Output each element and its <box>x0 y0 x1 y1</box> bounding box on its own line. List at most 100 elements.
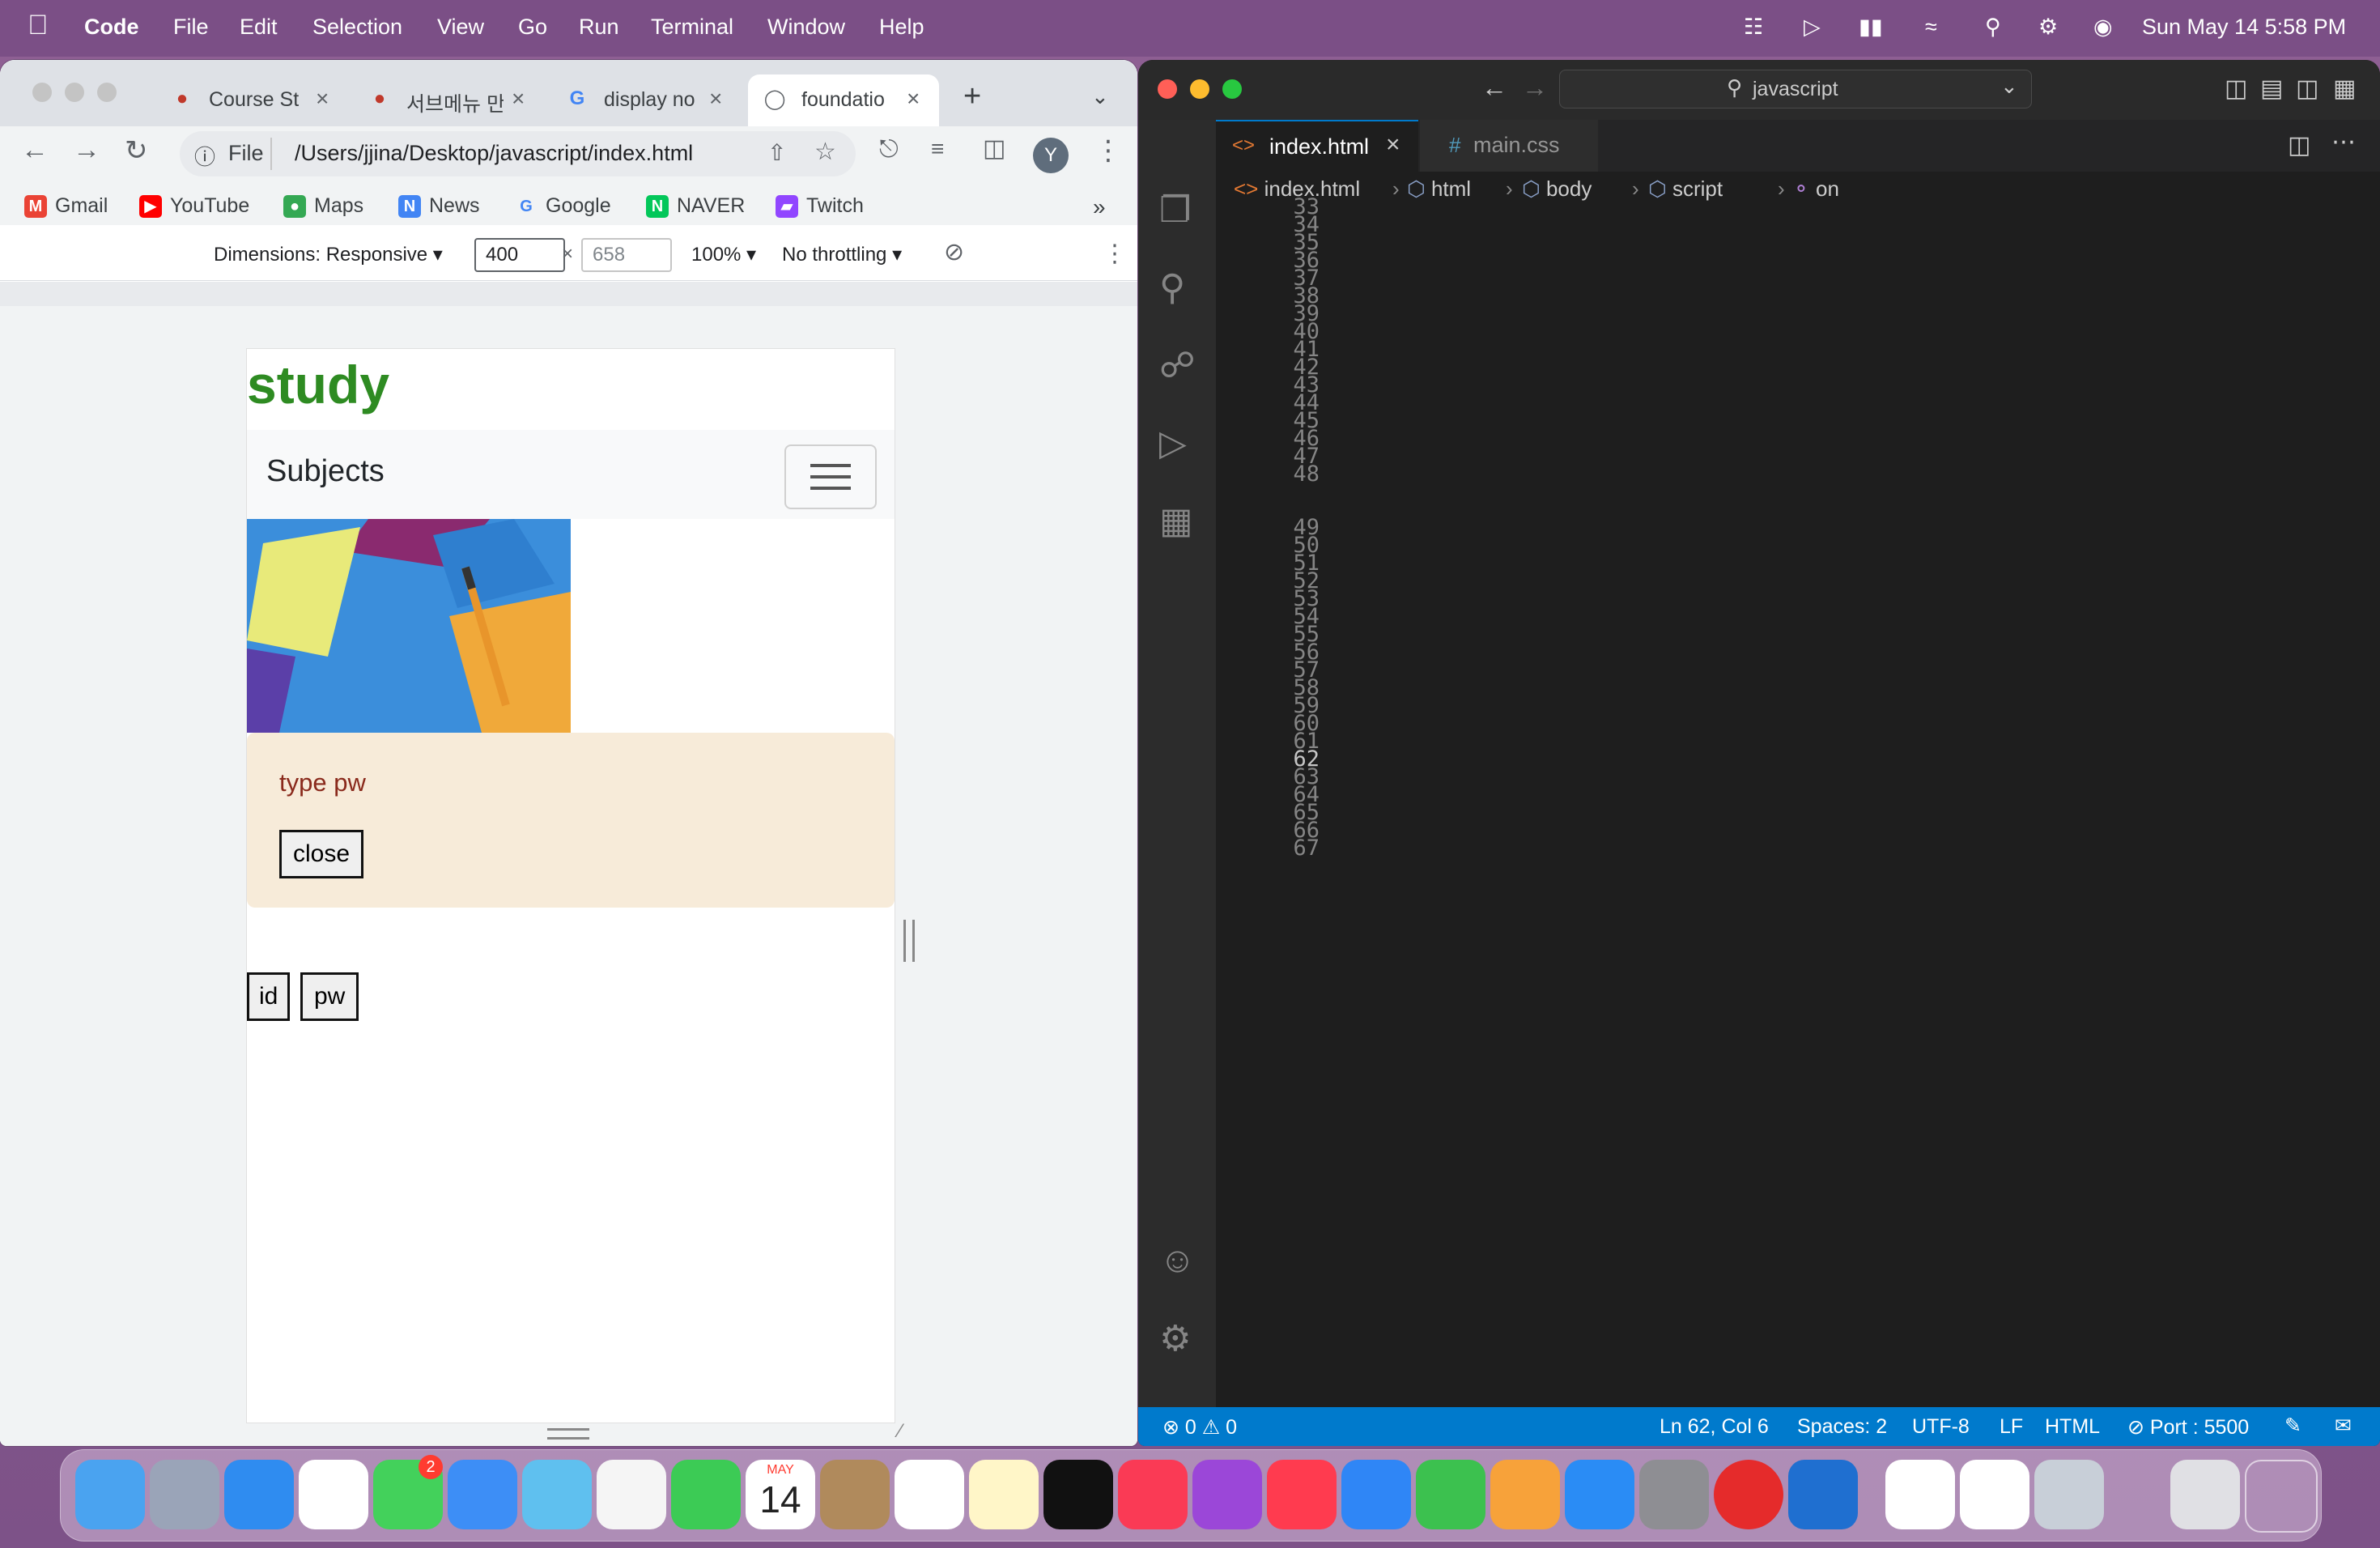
address-url[interactable]: /Users/jjina/Desktop/javascript/index.ht… <box>295 141 693 166</box>
address-bar[interactable]: ⓘ File /Users/jjina/Desktop/javascript/i… <box>180 131 856 176</box>
pages-icon[interactable] <box>1490 1460 1560 1529</box>
throttling-dropdown[interactable]: No throttling ▾ <box>782 243 902 266</box>
run-debug-icon[interactable]: ▷ <box>1159 423 1187 464</box>
reminders-icon[interactable] <box>895 1460 964 1529</box>
podcasts-icon[interactable] <box>1192 1460 1262 1529</box>
problems-status[interactable]: ⊗ 0 ⚠ 0 <box>1162 1415 1237 1440</box>
tab-close-icon[interactable]: × <box>316 86 329 112</box>
devtools-more-icon[interactable]: ⋮ <box>1103 240 1127 268</box>
bookmark-naver[interactable]: N NAVER <box>646 194 745 219</box>
tab-close-icon[interactable]: × <box>1386 131 1400 159</box>
media-queue-icon[interactable]: ≡ <box>931 136 944 162</box>
close-window-button[interactable] <box>32 83 52 102</box>
zoom-window-button[interactable] <box>1222 79 1242 99</box>
media-player-icon[interactable] <box>1714 1460 1783 1529</box>
breadcrumb-on[interactable]: ⚬ on <box>1792 176 1839 202</box>
tab-close-icon[interactable]: × <box>512 86 525 112</box>
notes-icon[interactable] <box>969 1460 1039 1529</box>
app-store-icon[interactable] <box>1565 1460 1634 1529</box>
side-panel-icon[interactable]: ◫ <box>983 134 1005 163</box>
control-center-icon[interactable]: ⚙ <box>2038 15 2058 40</box>
source-control-icon[interactable]: ☍ <box>1159 345 1196 386</box>
bookmark-youtube[interactable]: ▶ YouTube <box>139 194 249 219</box>
downloads-stack-icon[interactable] <box>2170 1460 2240 1529</box>
bookmark-twitch[interactable]: ▰ Twitch <box>776 194 864 219</box>
pw-button[interactable]: pw <box>300 972 359 1021</box>
facetime-icon[interactable] <box>671 1460 741 1529</box>
menu-go[interactable]: Go <box>518 15 547 40</box>
indentation-status[interactable]: Spaces: 2 <box>1797 1415 1887 1439</box>
navbar-brand[interactable]: Subjects <box>266 454 385 489</box>
preview-icon[interactable] <box>2034 1460 2104 1529</box>
height-input[interactable]: 658 <box>581 238 672 272</box>
close-window-button[interactable] <box>1158 79 1177 99</box>
back-arrow-icon[interactable]: ← <box>1481 73 1507 103</box>
tab-index-html[interactable]: <> index.html × <box>1216 120 1418 173</box>
code-editor[interactable] <box>1337 206 2380 1407</box>
trash-icon[interactable] <box>2245 1460 2318 1533</box>
dimensions-dropdown[interactable]: Dimensions: Responsive ▾ <box>214 243 443 266</box>
menu-view[interactable]: View <box>437 15 484 40</box>
spotlight-search-icon[interactable]: ⚲ <box>1985 15 2001 40</box>
share-icon[interactable]: ⇧ <box>767 139 786 166</box>
play-icon[interactable]: ▷ <box>1804 15 1821 40</box>
system-settings-icon[interactable] <box>1639 1460 1709 1529</box>
bookmark-maps[interactable]: ● Maps <box>283 194 363 219</box>
language-mode-status[interactable]: HTML <box>2045 1415 2100 1439</box>
toggle-panel-icon[interactable]: ▤ <box>2260 74 2283 103</box>
bookmarks-overflow-icon[interactable]: » <box>1093 194 1106 220</box>
forward-arrow-icon[interactable]: → <box>73 134 100 166</box>
chrome-menu-kebab-icon[interactable]: ⋮ <box>1094 134 1122 167</box>
zoom-dropdown[interactable]: 100% ▾ <box>691 243 756 266</box>
finder-icon[interactable] <box>75 1460 145 1529</box>
breadcrumb-body[interactable]: ⬡ body <box>1522 176 1592 202</box>
contacts-icon[interactable] <box>820 1460 890 1529</box>
command-center-search[interactable]: ⚲ javascript ⌄ <box>1559 70 2032 108</box>
back-arrow-icon[interactable]: ← <box>21 134 49 166</box>
menu-selection[interactable]: Selection <box>312 15 402 40</box>
viewport-resize-handle-right[interactable] <box>903 920 915 962</box>
chrome-app-icon[interactable] <box>299 1460 368 1529</box>
explorer-icon[interactable]: ❐ <box>1159 189 1191 231</box>
minimize-window-button[interactable] <box>1190 79 1209 99</box>
menubar-clock[interactable]: Sun May 14 5:58 PM <box>2142 15 2346 40</box>
feedback-icon[interactable]: ✎ <box>2284 1414 2301 1438</box>
photos-icon[interactable] <box>597 1460 666 1529</box>
menu-file[interactable]: File <box>173 15 209 40</box>
apple-tv-icon[interactable] <box>1043 1460 1113 1529</box>
tab-search-chevron-icon[interactable]: ⌄ <box>1091 84 1109 109</box>
close-button[interactable]: close <box>279 830 364 878</box>
menu-terminal[interactable]: Terminal <box>651 15 733 40</box>
toggle-primary-sidebar-icon[interactable]: ◫ <box>2225 74 2247 103</box>
extensions-icon[interactable]: ▦ <box>1159 500 1193 542</box>
tab-close-icon[interactable]: × <box>709 86 722 112</box>
media-query-ruler[interactable] <box>0 282 1137 306</box>
tab-display[interactable]: G display no × <box>565 74 743 126</box>
eol-status[interactable]: LF <box>2000 1415 2023 1439</box>
more-actions-icon[interactable]: ⋯ <box>2331 128 2356 156</box>
viewport-resize-handle-bottom[interactable] <box>547 1428 589 1440</box>
extensions-puzzle-icon[interactable]: ⎋ <box>879 136 899 164</box>
toggle-secondary-sidebar-icon[interactable]: ◫ <box>2296 74 2318 103</box>
wifi-icon[interactable]: ≈ <box>1925 15 1937 40</box>
bookmark-gmail[interactable]: M Gmail <box>24 194 108 219</box>
tab-course[interactable]: ● Course St × <box>170 74 348 126</box>
calendar-icon[interactable]: MAY 14 <box>746 1460 815 1529</box>
music-icon[interactable] <box>1118 1460 1188 1529</box>
numbers-icon[interactable] <box>1416 1460 1485 1529</box>
breadcrumb-script[interactable]: ⬡ script <box>1648 176 1723 202</box>
info-icon[interactable]: ⓘ <box>194 141 215 171</box>
width-input[interactable]: 400 <box>474 238 565 272</box>
apple-icon[interactable]:  <box>28 10 49 41</box>
navbar-toggler-button[interactable] <box>784 444 877 509</box>
breadcrumb-html[interactable]: ⬡ html <box>1407 176 1471 202</box>
rotate-icon[interactable]: ⊘ <box>944 238 964 266</box>
menu-app-name[interactable]: Code <box>84 15 139 40</box>
accounts-icon[interactable]: ☺ <box>1159 1240 1196 1281</box>
bookmark-news[interactable]: N News <box>398 194 480 219</box>
menu-edit[interactable]: Edit <box>240 15 278 40</box>
bookmark-star-icon[interactable]: ☆ <box>814 138 836 166</box>
menu-run[interactable]: Run <box>579 15 619 40</box>
manage-gear-icon[interactable]: ⚙ <box>1159 1318 1191 1359</box>
vscode-app-icon[interactable] <box>1788 1460 1858 1529</box>
